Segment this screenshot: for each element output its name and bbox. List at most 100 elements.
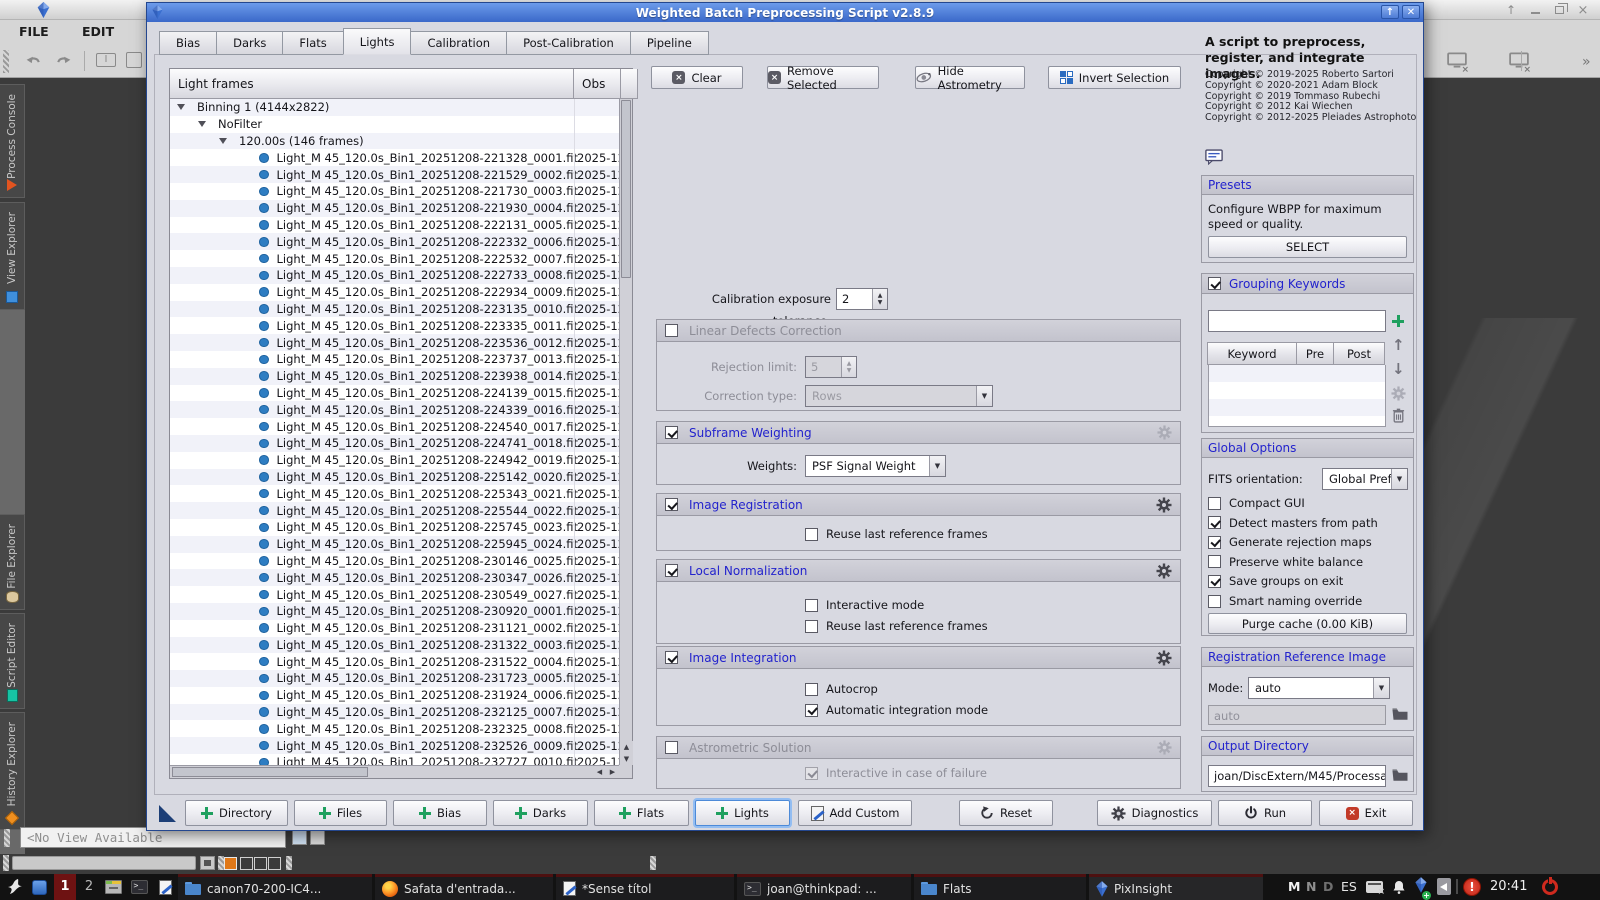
clear-button[interactable]: Clear xyxy=(651,66,743,89)
local-normalization-checkbox[interactable] xyxy=(665,564,678,577)
clock[interactable]: 20:41 xyxy=(1490,879,1527,894)
close-all-windows-icon[interactable] xyxy=(1509,53,1529,72)
file-row[interactable]: Light_M 45_120.0s_Bin1_20251208-221328_0… xyxy=(170,149,619,166)
file-row[interactable]: Light_M 45_120.0s_Bin1_20251208-232727_0… xyxy=(170,754,619,765)
color-swatch-3[interactable] xyxy=(268,857,281,870)
ldc-checkbox[interactable] xyxy=(665,324,678,337)
file-row[interactable]: Light_M 45_120.0s_Bin1_20251208-232526_0… xyxy=(170,737,619,754)
sidebar-tab-file-explorer[interactable]: File Explorer xyxy=(0,514,25,610)
image-integration-gear-icon[interactable] xyxy=(1156,650,1172,666)
subframe-weighting-gear-icon[interactable] xyxy=(1157,425,1172,440)
file-row[interactable]: Light_M 45_120.0s_Bin1_20251208-231522_0… xyxy=(170,653,619,670)
file-row[interactable]: Light_M 45_120.0s_Bin1_20251208-225343_0… xyxy=(170,485,619,502)
undo-icon[interactable] xyxy=(26,53,43,66)
file-row[interactable]: Light_M 45_120.0s_Bin1_20251208-225745_0… xyxy=(170,519,619,536)
volume-icon[interactable] xyxy=(1437,878,1451,895)
keyword-input[interactable] xyxy=(1208,310,1386,332)
global-option-save-groups-on-exit[interactable]: Save groups on exit xyxy=(1208,574,1343,588)
global-option-preserve-white-balance[interactable]: Preserve white balance xyxy=(1208,555,1363,569)
column-header-obs[interactable]: Obs xyxy=(574,69,621,99)
file-row[interactable]: Light_M 45_120.0s_Bin1_20251208-231924_0… xyxy=(170,687,619,704)
file-row[interactable]: Light_M 45_120.0s_Bin1_20251208-223335_0… xyxy=(170,317,619,334)
invert-selection-button[interactable]: Invert Selection xyxy=(1048,66,1181,89)
output-directory-field[interactable]: joan/DiscExtern/M45/Processat xyxy=(1208,765,1386,787)
file-row[interactable]: Light_M 45_120.0s_Bin1_20251208-221730_0… xyxy=(170,183,619,200)
file-row[interactable]: Light_M 45_120.0s_Bin1_20251208-225544_0… xyxy=(170,502,619,519)
file-row[interactable]: Light_M 45_120.0s_Bin1_20251208-231322_0… xyxy=(170,637,619,654)
tab-pipeline[interactable]: Pipeline xyxy=(630,31,709,55)
workspace-2[interactable]: 2 xyxy=(78,874,100,900)
keyword-down-icon[interactable]: ↓ xyxy=(1392,362,1405,376)
interactive-mode-row[interactable]: Interactive mode xyxy=(805,598,924,612)
add-custom-button[interactable]: Add Custom xyxy=(798,800,912,826)
editor-launcher-icon[interactable] xyxy=(154,877,176,897)
autocrop-row[interactable]: Autocrop xyxy=(805,682,878,696)
files-launcher-icon[interactable] xyxy=(28,877,50,897)
file-row[interactable]: Light_M 45_120.0s_Bin1_20251208-223737_0… xyxy=(170,351,619,368)
output-browse-folder-icon[interactable] xyxy=(1392,768,1408,782)
color-swatch-orange[interactable] xyxy=(224,857,237,870)
main-close-button[interactable]: × xyxy=(1574,3,1592,18)
tree-group-row[interactable]: 120.00s (146 frames) xyxy=(170,133,619,150)
reference-browse-folder-icon[interactable] xyxy=(1392,707,1408,721)
tab-bias[interactable]: Bias xyxy=(159,31,217,55)
window-manager-logo-icon[interactable] xyxy=(3,877,25,897)
notification-bell-icon[interactable] xyxy=(1388,877,1410,897)
toolbar-grip[interactable] xyxy=(3,50,9,73)
scroll-down-icon[interactable]: ▼ xyxy=(620,753,633,765)
add-lights-button[interactable]: Lights xyxy=(695,800,790,826)
purge-cache-button[interactable]: Purge cache (0.00 KiB) xyxy=(1208,613,1407,634)
color-swatch-2[interactable] xyxy=(254,857,267,870)
expander-icon[interactable] xyxy=(177,104,185,110)
file-row[interactable]: Light_M 45_120.0s_Bin1_20251208-231723_0… xyxy=(170,670,619,687)
alert-icon[interactable] xyxy=(1463,878,1481,896)
scroll-right-icon[interactable]: ▶ xyxy=(606,766,619,779)
automatic-integration-checkbox[interactable] xyxy=(805,704,818,717)
dialog-titlebar[interactable]: Weighted Batch Preprocessing Script v2.8… xyxy=(147,3,1423,22)
add-flats-button[interactable]: Flats xyxy=(594,800,689,826)
grouping-keywords-checkbox[interactable] xyxy=(1208,277,1221,290)
add-darks-button[interactable]: Darks xyxy=(493,800,588,826)
file-row[interactable]: Light_M 45_120.0s_Bin1_20251208-223135_0… xyxy=(170,301,619,318)
file-row[interactable]: Light_M 45_120.0s_Bin1_20251208-224339_0… xyxy=(170,401,619,418)
file-row[interactable]: Light_M 45_120.0s_Bin1_20251208-222532_0… xyxy=(170,250,619,267)
checkbox[interactable] xyxy=(1208,497,1221,510)
image-integration-checkbox[interactable] xyxy=(665,651,678,664)
close-window-icon[interactable] xyxy=(1447,53,1467,72)
file-row[interactable]: Light_M 45_120.0s_Bin1_20251208-224139_0… xyxy=(170,385,619,402)
global-option-generate-rejection-maps[interactable]: Generate rejection maps xyxy=(1208,535,1372,549)
rename-view-icon[interactable]: I xyxy=(96,53,116,67)
file-row[interactable]: Light_M 45_120.0s_Bin1_20251208-230146_0… xyxy=(170,553,619,570)
keyword-up-icon[interactable]: ↑ xyxy=(1392,338,1405,352)
exit-button[interactable]: Exit xyxy=(1319,800,1413,826)
file-row[interactable]: Light_M 45_120.0s_Bin1_20251208-225945_0… xyxy=(170,536,619,553)
file-row[interactable]: Light_M 45_120.0s_Bin1_20251208-230347_0… xyxy=(170,569,619,586)
ln-reuse-reference-row[interactable]: Reuse last reference frames xyxy=(805,619,988,633)
taskbar-window-flats[interactable]: Flats xyxy=(914,874,1086,900)
subframe-weighting-checkbox[interactable] xyxy=(665,426,678,439)
taskbar-window-terminal[interactable]: joan@thinkpad: ... xyxy=(737,874,911,900)
checkbox[interactable] xyxy=(1208,595,1221,608)
file-row[interactable]: Light_M 45_120.0s_Bin1_20251208-231121_0… xyxy=(170,620,619,637)
tab-calibration[interactable]: Calibration xyxy=(410,31,507,55)
checkbox[interactable] xyxy=(1208,516,1221,529)
expander-icon[interactable] xyxy=(198,121,206,127)
taskbar-window-inbox[interactable]: Safata d'entrada... xyxy=(375,874,553,900)
reset-button[interactable]: Reset xyxy=(959,800,1053,826)
color-swatch-1[interactable] xyxy=(240,857,253,870)
file-row[interactable]: Light_M 45_120.0s_Bin1_20251208-222733_0… xyxy=(170,267,619,284)
sidebar-tab-script-editor[interactable]: Script Editor xyxy=(0,613,25,709)
vscroll-thumb[interactable] xyxy=(621,100,631,278)
vertical-scrollbar[interactable]: ▲ ▼ xyxy=(619,99,632,765)
dialog-shade-button[interactable]: ↑ xyxy=(1381,5,1399,19)
file-row[interactable]: Light_M 45_120.0s_Bin1_20251208-225142_0… xyxy=(170,469,619,486)
scroll-left-icon[interactable]: ◀ xyxy=(593,766,606,779)
hscroll-thumb[interactable] xyxy=(172,767,368,777)
file-row[interactable]: Light_M 45_120.0s_Bin1_20251208-232125_0… xyxy=(170,704,619,721)
bottom-scrollbar[interactable] xyxy=(12,856,196,870)
keyboard-layout-indicator[interactable]: ES xyxy=(1341,879,1357,894)
file-row[interactable]: Light_M 45_120.0s_Bin1_20251208-222131_0… xyxy=(170,217,619,234)
pixinsight-updater-icon[interactable] xyxy=(1410,877,1432,897)
dialog-close-button[interactable]: ✕ xyxy=(1402,5,1420,19)
workspace-1[interactable]: 1 xyxy=(54,874,76,900)
